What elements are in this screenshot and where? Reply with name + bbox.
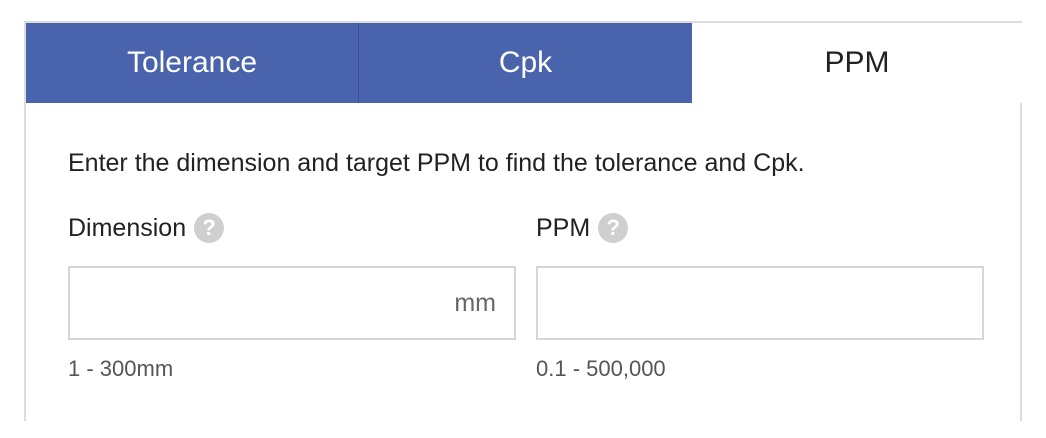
dimension-hint: 1 - 300mm bbox=[68, 356, 174, 381]
tab-tolerance[interactable]: Tolerance bbox=[26, 23, 359, 103]
dimension-input[interactable] bbox=[70, 267, 455, 339]
ppm-help-icon[interactable]: ? bbox=[598, 213, 629, 243]
ppm-hint: 0.1 - 500,000 bbox=[536, 356, 666, 381]
ppm-label-text: PPM bbox=[536, 213, 591, 242]
dimension-help-icon[interactable]: ? bbox=[194, 213, 225, 243]
tab-ppm[interactable]: PPM bbox=[692, 23, 1022, 103]
dimension-label-text: Dimension bbox=[68, 213, 187, 242]
tab-cpk[interactable]: Cpk bbox=[359, 23, 692, 103]
ppm-field-box bbox=[536, 266, 984, 340]
dimension-label: Dimension ? bbox=[68, 213, 225, 243]
ppm-label: PPM ? bbox=[536, 213, 629, 243]
ppm-input[interactable] bbox=[538, 267, 964, 339]
instructions-text: Enter the dimension and target PPM to fi… bbox=[68, 149, 805, 177]
tab-bar: Tolerance Cpk PPM bbox=[26, 23, 1022, 103]
calculator-panel: Tolerance Cpk PPM Enter the dimension an… bbox=[24, 21, 1022, 421]
dimension-unit: mm bbox=[454, 288, 496, 317]
dimension-field-box: mm bbox=[68, 266, 516, 340]
